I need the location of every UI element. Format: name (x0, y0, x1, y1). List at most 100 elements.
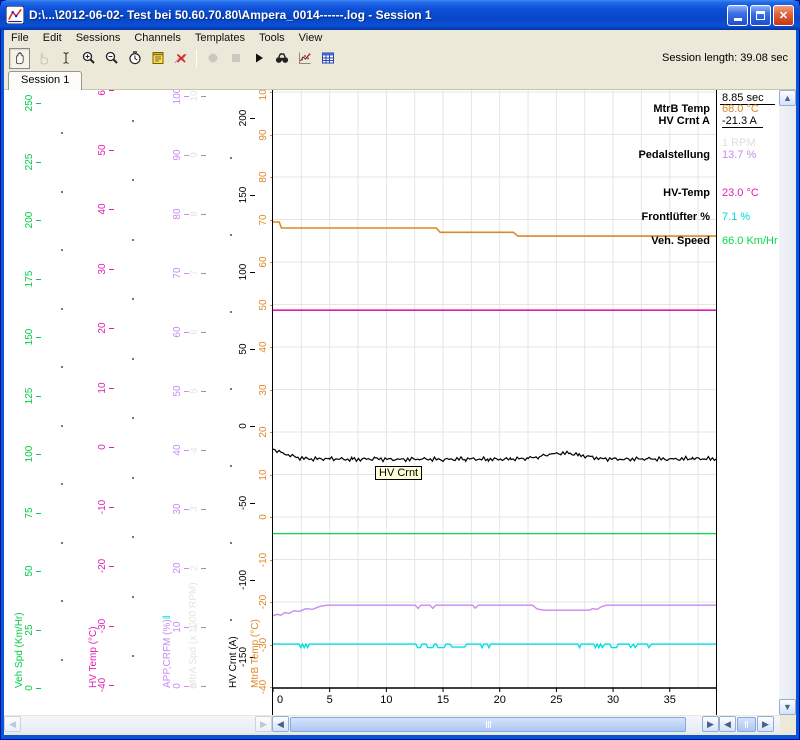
axis-minor-tick (132, 358, 134, 360)
values-scroll-left-button[interactable]: ◀ (719, 716, 736, 732)
axis-tick-label: 125 (24, 387, 35, 404)
menu-file[interactable]: File (4, 31, 36, 45)
axis-tick-label: 100 (24, 446, 35, 463)
legend-label-pedalstellung[interactable]: Pedalstellung (638, 149, 710, 161)
title-bar[interactable]: D:\...\2012-06-02- Test bei 50.60.70.80\… (0, 0, 800, 30)
axis-minor-tick (132, 536, 134, 538)
app-window: D:\...\2012-06-02- Test bei 50.60.70.80\… (0, 0, 800, 740)
vertical-scrollbar[interactable]: ▲ ▼ (779, 90, 796, 715)
axis-tick-label: -40 (258, 680, 269, 694)
axis-tick-label: 5 (189, 388, 200, 394)
axes-scroll-right-button[interactable]: ▶ (255, 716, 272, 732)
find-binoculars-icon[interactable] (271, 48, 292, 69)
axis-tick-label: 50 (258, 299, 269, 310)
menu-view[interactable]: View (292, 31, 330, 45)
stop-icon[interactable] (225, 48, 246, 69)
zoom-out-icon[interactable] (101, 48, 122, 69)
record-icon[interactable] (202, 48, 223, 69)
plot-area[interactable]: 05101520253035 HV Crnt MtrB TempHV Crnt … (272, 90, 717, 715)
series-hv-crnt[interactable] (273, 449, 716, 462)
axis-tick-label: 3 (189, 506, 200, 512)
axis-minor-tick (132, 239, 134, 241)
axis-tick-label: -100 (238, 570, 249, 590)
axis-tick-label: 25 (24, 624, 35, 635)
scatter-chart-icon[interactable] (294, 48, 315, 69)
toolbar: Session length: 39.08 sec (4, 46, 796, 70)
channel-value-mtrb-temp: 68.0 °C (722, 103, 759, 115)
y-axes-pane[interactable]: Veh Spd (Km/Hr)2502252001751501251007550… (4, 90, 272, 715)
axis-tick-mark (201, 155, 206, 156)
axis-minor-tick (132, 655, 134, 657)
play-icon[interactable] (248, 48, 269, 69)
minimize-button[interactable] (727, 5, 748, 26)
select-hand-icon[interactable] (32, 48, 53, 69)
channel-value-mtra-spd: 1 RPM (722, 137, 756, 149)
legend-label-frontl-fter-[interactable]: Frontlüfter % (642, 211, 710, 223)
menu-templates[interactable]: Templates (188, 31, 252, 45)
axis-tick-mark (36, 630, 41, 631)
tab-session-1[interactable]: Session 1 (8, 71, 82, 90)
axis-minor-tick (132, 298, 134, 300)
axes-h-scrollbar[interactable]: ◀ ▶ (4, 716, 272, 733)
data-table-icon[interactable] (317, 48, 338, 69)
axis-tick-mark (36, 513, 41, 514)
menu-edit[interactable]: Edit (36, 31, 69, 45)
axis-tick-label: 7 (189, 270, 200, 276)
axis-tick-mark (109, 209, 114, 210)
legend-label-veh-speed[interactable]: Veh. Speed (651, 235, 710, 247)
axis-tick-mark (201, 568, 206, 569)
axis-tick-label: 200 (24, 212, 35, 229)
menu-sessions[interactable]: Sessions (69, 31, 128, 45)
axis-name-mtrb: MtrB Temp (°C) (250, 619, 261, 688)
series-mtrb-temp[interactable] (273, 222, 716, 236)
legend-label-hv-temp[interactable]: HV-Temp (663, 187, 710, 199)
plot-canvas[interactable]: 05101520253035 (273, 90, 716, 715)
menu-tools[interactable]: Tools (252, 31, 292, 45)
axes-scroll-left-button[interactable]: ◀ (4, 716, 21, 732)
session-length-text: Session length: 39.08 sec (662, 52, 788, 64)
axis-tick-mark (250, 272, 255, 273)
delete-chart-icon[interactable] (170, 48, 191, 69)
axis-tick-mark (109, 388, 114, 389)
plot-scroll-right-button[interactable]: ▶ (702, 716, 719, 732)
ibeam-cursor-icon[interactable] (55, 48, 76, 69)
axis-tick-label: 6 (189, 329, 200, 335)
app-icon (6, 6, 24, 24)
scroll-down-button[interactable]: ▼ (779, 699, 796, 715)
axis-tick-label: 90 (172, 149, 183, 160)
axis-tick-label: 10 (258, 469, 269, 480)
axis-tick-label: 50 (172, 385, 183, 396)
axis-tick-label: 10 (172, 621, 183, 632)
axis-tick-mark (36, 454, 41, 455)
plot-h-scrollbar[interactable]: ◀ ▶ (272, 716, 719, 733)
values-scroll-thumb[interactable] (737, 717, 756, 732)
plot-scroll-thumb[interactable] (290, 717, 686, 732)
axis-tick-label: 20 (172, 562, 183, 573)
axis-tick-label: 8 (189, 211, 200, 217)
axis-minor-tick (61, 191, 63, 193)
maximize-button[interactable] (750, 5, 771, 26)
pan-hand-icon[interactable] (9, 48, 30, 69)
notes-icon[interactable] (147, 48, 168, 69)
values-h-scrollbar[interactable]: ◀ ▶ (719, 716, 780, 733)
time-clock-icon[interactable] (124, 48, 145, 69)
window-title: D:\...\2012-06-02- Test bei 50.60.70.80\… (29, 8, 727, 22)
close-button[interactable]: ✕ (773, 5, 794, 26)
legend-label-hv-crnt-a[interactable]: HV Crnt A (658, 115, 710, 127)
axis-tick-label: 40 (258, 341, 269, 352)
axis-tick-mark (109, 150, 114, 151)
axis-tick-label: 60 (97, 90, 108, 96)
axis-tick-label: -30 (97, 618, 108, 632)
chart-content: Veh Spd (Km/Hr)2502252001751501251007550… (4, 90, 796, 715)
x-axis-tick-label: 10 (380, 694, 392, 706)
menu-channels[interactable]: Channels (127, 31, 187, 45)
plot-scroll-left-button[interactable]: ◀ (272, 716, 289, 732)
axis-tick-label: 70 (258, 214, 269, 225)
axis-tick-mark (201, 686, 206, 687)
zoom-in-icon[interactable] (78, 48, 99, 69)
scroll-up-button[interactable]: ▲ (779, 90, 796, 106)
values-scroll-right-button[interactable]: ▶ (757, 716, 774, 732)
legend-label-mtrb-temp[interactable]: MtrB Temp (653, 103, 710, 115)
axis-tick-mark (201, 627, 206, 628)
series-pedalstellung[interactable] (273, 605, 716, 616)
